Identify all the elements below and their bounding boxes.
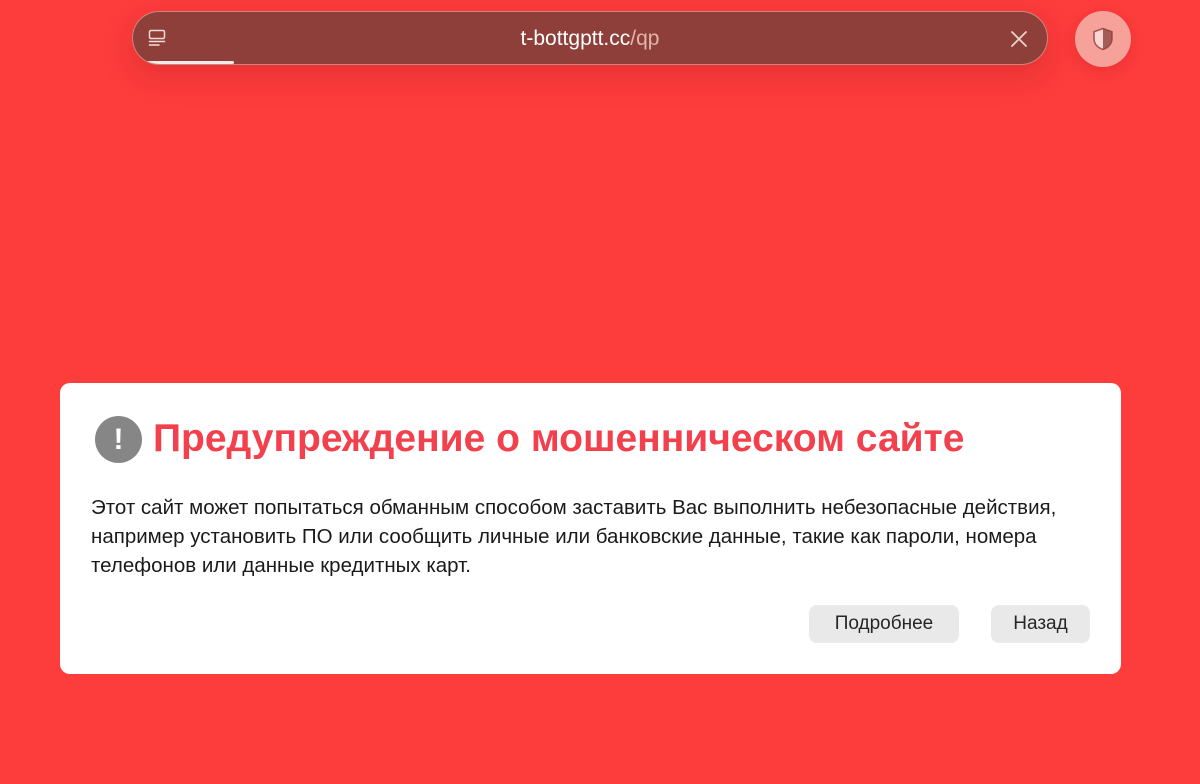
close-icon[interactable] [1009,29,1029,49]
url-path: /qp [630,27,660,50]
address-bar[interactable]: t-bottgptt.cc/qp [132,11,1048,65]
shield-icon [1093,27,1113,51]
url-field[interactable]: t-bottgptt.cc/qp [133,12,1047,64]
page-load-progress-bar [133,61,234,64]
warning-title: Предупреждение о мошенническом сайте [153,417,965,460]
warning-message: Этот сайт может попытаться обманным спос… [91,496,1057,577]
details-button[interactable]: Подробнее [809,605,959,643]
back-button[interactable]: Назад [991,605,1090,643]
url-host: t-bottgptt.cc [520,27,631,50]
fraud-warning-panel: ! Предупреждение о мошенническом сайте Э… [60,383,1121,674]
privacy-report-button[interactable] [1075,11,1131,67]
exclamation-icon: ! [95,416,142,463]
